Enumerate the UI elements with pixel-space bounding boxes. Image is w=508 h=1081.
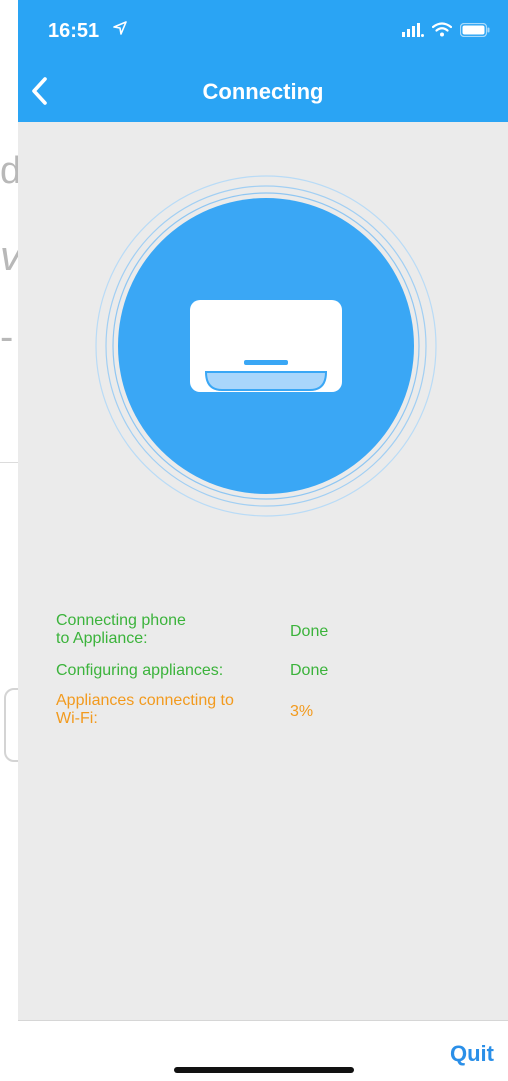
- signal-icon: [402, 22, 424, 42]
- step-progress: 3%: [290, 703, 314, 720]
- status-time: 16:51: [48, 20, 100, 42]
- battery-icon: [459, 22, 490, 42]
- step-status: Done: [290, 623, 329, 640]
- page-title: Connecting: [202, 79, 324, 104]
- bottom-bar: Quit: [18, 1020, 508, 1081]
- status-bar: 16:51: [18, 0, 508, 60]
- connecting-panel: 16:51 Connecting Connecting phone to App…: [18, 0, 508, 1081]
- connection-illustration: [88, 168, 444, 524]
- step-status: Done: [290, 662, 329, 679]
- step-label: Appliances connecting to Wi-Fi:: [56, 692, 234, 727]
- previous-page-fragment: d v -: [0, 0, 18, 1081]
- air-conditioner-icon: [190, 300, 342, 392]
- wifi-icon: [431, 22, 453, 42]
- home-indicator[interactable]: [174, 1067, 354, 1073]
- nav-bar: Connecting: [18, 60, 508, 122]
- step-item: Appliances connecting to Wi-Fi: 3%: [56, 692, 456, 732]
- step-label: Configuring appliances:: [56, 662, 224, 679]
- fragment-text: -: [0, 315, 14, 359]
- fragment-divider: [0, 462, 18, 463]
- status-icons: [402, 22, 490, 42]
- quit-button[interactable]: Quit: [450, 1041, 494, 1067]
- fragment-text: d: [0, 150, 18, 192]
- location-arrow-icon: [113, 20, 127, 40]
- fragment-box: [4, 688, 18, 762]
- step-item: Configuring appliances: Done: [56, 662, 456, 684]
- screen: d v - 16:51: [0, 0, 508, 1081]
- step-item: Connecting phone to Appliance: Done: [56, 612, 456, 652]
- fragment-text: v: [0, 232, 18, 280]
- step-label: Connecting phone to Appliance:: [56, 612, 186, 647]
